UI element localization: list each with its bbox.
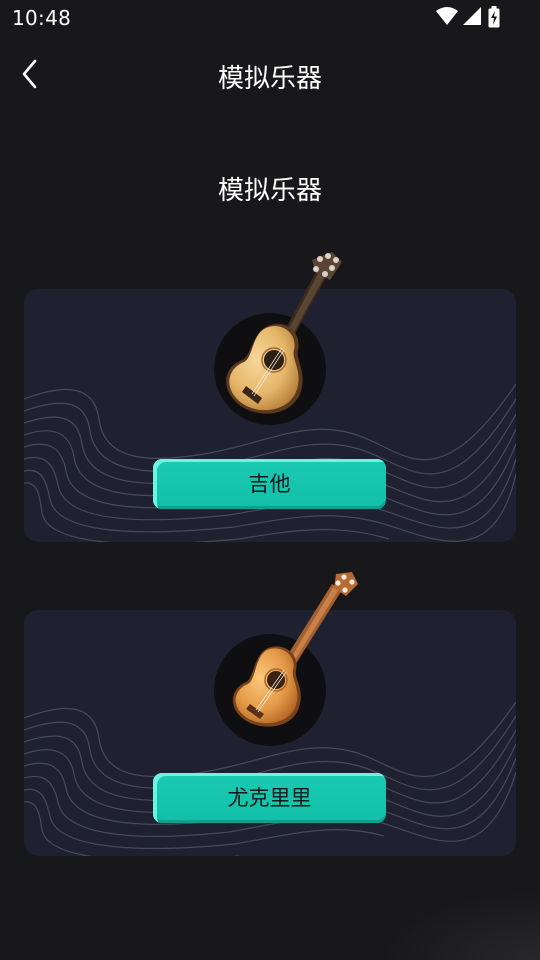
- ukulele-icon: [214, 572, 358, 746]
- signal-icon: [463, 7, 481, 25]
- section-title: 模拟乐器: [217, 176, 322, 206]
- screen: 10:48 模拟乐器 模拟乐器 吉他 尤克里里: [0, 0, 540, 960]
- battery-charging-icon: [488, 6, 500, 28]
- acoustic-guitar-icon: [214, 252, 342, 425]
- status-icons: [436, 6, 500, 28]
- page-title: 模拟乐器: [217, 64, 322, 94]
- wifi-icon: [436, 7, 458, 25]
- status-bar: 10:48: [0, 0, 540, 36]
- status-time: 10:48: [12, 6, 72, 30]
- guitar-button[interactable]: 吉他: [153, 459, 386, 509]
- app-bar: 模拟乐器: [0, 48, 540, 100]
- ukulele-button[interactable]: 尤克里里: [153, 773, 386, 823]
- corner-glow: [380, 890, 540, 960]
